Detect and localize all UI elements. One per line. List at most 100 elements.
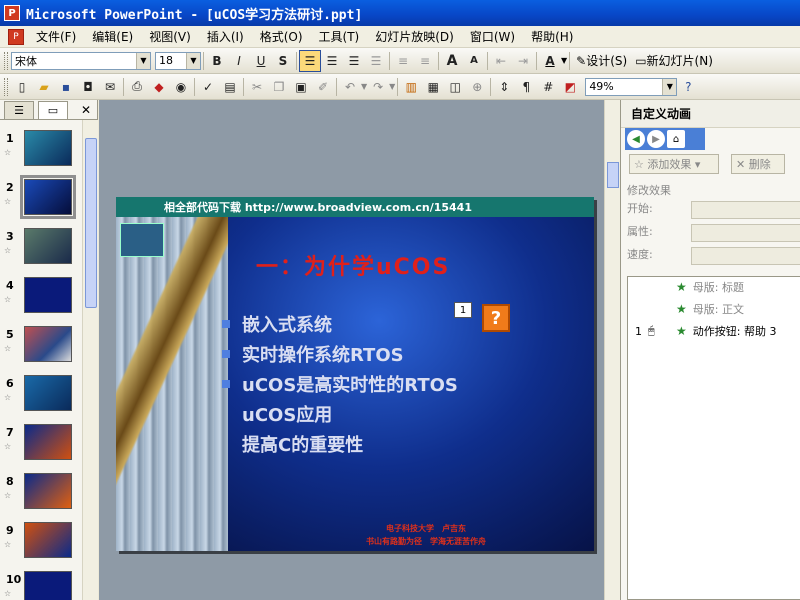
slide-thumbnail[interactable]: 6 ☆ — [0, 375, 82, 419]
slide-vertical-scrollbar[interactable] — [604, 100, 620, 600]
bullet-list[interactable]: 嵌入式系统 实时操作系统RTOS uCOS是高实时性的RTOS uCOS应用 提… — [222, 309, 458, 459]
close-icon[interactable]: ✕ — [81, 103, 91, 117]
tables-borders-icon[interactable]: ◫ — [444, 76, 466, 98]
spelling-icon[interactable]: ✓ — [197, 76, 219, 98]
slides-pane-scrollbar[interactable] — [82, 120, 98, 600]
undo-icon[interactable]: ↶ — [339, 76, 361, 98]
menu-help[interactable]: 帮助(H) — [523, 28, 581, 45]
toolbar-grip[interactable] — [4, 51, 8, 70]
slide-thumbnail[interactable]: 10 ☆ — [0, 571, 82, 600]
document-menu-icon[interactable]: P — [8, 28, 24, 45]
bold-button[interactable]: B — [206, 50, 228, 72]
slides-tab[interactable]: ▭ — [38, 100, 68, 119]
research-icon[interactable]: ◉ — [170, 76, 192, 98]
print-preview-icon[interactable]: ◆ — [148, 76, 170, 98]
chevron-down-icon[interactable]: ▼ — [389, 82, 395, 91]
design-button[interactable]: ✎ 设计(S) — [572, 52, 631, 69]
cut-icon[interactable]: ✂ — [246, 76, 268, 98]
chevron-down-icon[interactable]: ▼ — [186, 52, 200, 69]
underline-button[interactable]: U — [250, 50, 272, 72]
animation-list-item[interactable]: ★ 母版: 标题 — [628, 278, 800, 296]
new-slide-button[interactable]: ▭ 新幻灯片(N) — [631, 52, 717, 69]
shrink-font-button[interactable]: A — [463, 50, 485, 72]
slide-editing-area: 相全部代码下载 http://www.broadview.com.cn/1544… — [99, 100, 604, 600]
design-label: 设计(S) — [586, 54, 628, 68]
new-document-icon[interactable]: ▯ — [11, 76, 33, 98]
numbering-icon[interactable]: ≡ — [392, 50, 414, 72]
menu-tools[interactable]: 工具(T) — [311, 28, 368, 45]
speed-label: 速度: — [627, 248, 653, 261]
show-formatting-icon[interactable]: ¶ — [515, 76, 537, 98]
expand-all-icon[interactable]: ⇕ — [493, 76, 515, 98]
insert-chart-icon[interactable]: ▥ — [400, 76, 422, 98]
distribute-icon[interactable]: ☰ — [365, 50, 387, 72]
format-painter-icon[interactable]: ✐ — [312, 76, 334, 98]
slide-thumbnail[interactable]: 1 ☆ — [0, 130, 82, 174]
add-effect-button[interactable]: ☆ 添加效果 ▾ — [629, 154, 719, 174]
forward-icon[interactable]: ▶ — [647, 130, 665, 148]
shadow-button[interactable]: S — [272, 50, 294, 72]
font-size-combo[interactable]: 18 ▼ — [155, 51, 201, 70]
slide-thumbnail[interactable]: 5 ☆ — [0, 326, 82, 370]
research-book-icon[interactable]: ▤ — [219, 76, 241, 98]
slide-thumbnail[interactable]: 7 ☆ — [0, 424, 82, 468]
slide-thumbnail[interactable]: 3 ☆ — [0, 228, 82, 272]
grow-font-button[interactable]: A — [441, 50, 463, 72]
slide-thumbnail[interactable]: 8 ☆ — [0, 473, 82, 517]
property-field[interactable] — [691, 224, 800, 242]
italic-button[interactable]: I — [228, 50, 250, 72]
hyperlink-icon[interactable]: ⊕ — [466, 76, 488, 98]
menu-window[interactable]: 窗口(W) — [462, 28, 523, 45]
zoom-combo[interactable]: 49% ▼ — [585, 77, 678, 96]
animation-list-item[interactable]: ★ 母版: 正文 — [628, 300, 800, 318]
home-icon[interactable]: ⌂ — [667, 130, 685, 148]
permission-icon[interactable]: ◘ — [77, 76, 99, 98]
current-slide[interactable]: 相全部代码下载 http://www.broadview.com.cn/1544… — [116, 197, 594, 551]
slide-thumbnail[interactable]: 2 ☆ — [0, 175, 82, 223]
font-name-combo[interactable]: 宋体 ▼ — [11, 51, 151, 70]
delete-button[interactable]: ✕ 删除 — [731, 154, 785, 174]
save-icon[interactable]: ▪ — [55, 76, 77, 98]
font-color-icon[interactable]: A — [539, 50, 561, 72]
slide-thumbnail[interactable]: 9 ☆ — [0, 522, 82, 566]
help-icon[interactable]: ? — [677, 76, 699, 98]
slides-pane-tabs: ☰ ▭ ✕ — [0, 100, 97, 120]
scrollbar-thumb[interactable] — [85, 138, 97, 308]
copy-icon[interactable]: ❐ — [268, 76, 290, 98]
start-field[interactable] — [691, 201, 800, 219]
powerpoint-app-icon[interactable]: P — [4, 5, 20, 21]
paste-icon[interactable]: ▣ — [290, 76, 312, 98]
email-icon[interactable]: ✉ — [99, 76, 121, 98]
help-action-button[interactable]: ? — [482, 304, 510, 332]
speed-field[interactable] — [691, 247, 800, 265]
toolbar-grip[interactable] — [4, 77, 8, 96]
print-icon[interactable]: ⎙ — [126, 76, 148, 98]
insert-table-icon[interactable]: ▦ — [422, 76, 444, 98]
redo-icon[interactable]: ↷ — [367, 76, 389, 98]
color-grayscale-icon[interactable]: ◩ — [559, 76, 581, 98]
back-icon[interactable]: ◀ — [627, 130, 645, 148]
menu-view[interactable]: 视图(V) — [141, 28, 199, 45]
menu-format[interactable]: 格式(O) — [252, 28, 311, 45]
decrease-indent-icon[interactable]: ⇤ — [490, 50, 512, 72]
chevron-down-icon[interactable]: ▼ — [136, 52, 150, 69]
delete-icon: ✕ — [736, 157, 746, 171]
menu-slideshow[interactable]: 幻灯片放映(D) — [367, 28, 462, 45]
bullets-icon[interactable]: ≡ — [414, 50, 436, 72]
align-center-icon[interactable]: ☰ — [321, 50, 343, 72]
slide-title[interactable]: 一：为什学uCOS — [256, 249, 450, 281]
increase-indent-icon[interactable]: ⇥ — [512, 50, 534, 72]
menu-edit[interactable]: 编辑(E) — [84, 28, 141, 45]
align-right-icon[interactable]: ☰ — [343, 50, 365, 72]
align-left-icon[interactable]: ☰ — [299, 49, 321, 72]
chevron-down-icon[interactable]: ▼ — [662, 78, 677, 95]
outline-tab[interactable]: ☰ — [4, 100, 34, 119]
show-grid-icon[interactable]: # — [537, 76, 559, 98]
scrollbar-thumb[interactable] — [607, 162, 619, 188]
chevron-down-icon[interactable]: ▼ — [561, 56, 567, 65]
open-folder-icon[interactable]: ▰ — [33, 76, 55, 98]
animation-list-item[interactable]: 1 🖱 ★ 动作按钮: 帮助 3 — [628, 322, 800, 340]
slide-thumbnail[interactable]: 4 ☆ — [0, 277, 82, 321]
menu-file[interactable]: 文件(F) — [28, 28, 84, 45]
menu-insert[interactable]: 插入(I) — [199, 28, 252, 45]
